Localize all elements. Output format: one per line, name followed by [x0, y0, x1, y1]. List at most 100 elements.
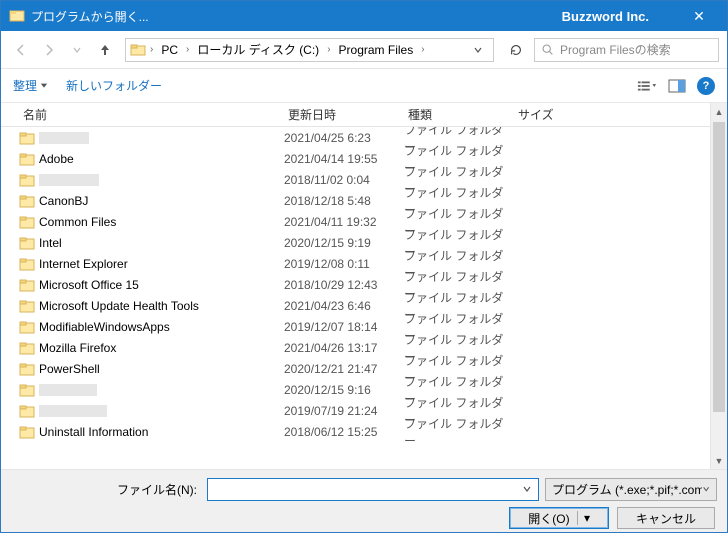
chevron-right-icon[interactable]: ›	[419, 44, 426, 55]
toolbar: 整理 新しいフォルダー ?	[1, 69, 727, 103]
table-row[interactable]: Microsoft Update Health Tools 2021/04/23 …	[1, 295, 710, 316]
crumb-folder[interactable]: Program Files	[335, 43, 418, 57]
brand-label: Buzzword Inc.	[562, 9, 649, 24]
table-row[interactable]: Internet Explorer2019/12/08 0:11ファイル フォル…	[1, 253, 710, 274]
refresh-button[interactable]	[502, 38, 530, 62]
folder-icon	[130, 42, 146, 58]
folder-icon	[19, 362, 35, 376]
window-title: プログラムから開く...	[31, 8, 149, 25]
table-row[interactable]: CanonBJ2018/12/18 5:48ファイル フォルダー	[1, 190, 710, 211]
table-row[interactable]: Microsoft Office 152018/10/29 12:43ファイル …	[1, 274, 710, 295]
table-row[interactable]: ModifiableWindowsApps2019/12/07 18:14ファイ…	[1, 316, 710, 337]
column-name[interactable]: 名前	[19, 103, 284, 126]
back-button[interactable]	[9, 38, 33, 62]
table-row[interactable]: Mozilla Firefox2021/04/26 13:17ファイル フォルダ…	[1, 337, 710, 358]
file-date: 2021/04/25 6:23	[284, 131, 404, 145]
folder-icon	[19, 278, 35, 292]
folder-icon	[19, 131, 35, 145]
file-date: 2018/10/29 12:43	[284, 278, 404, 292]
file-date: 2018/12/18 5:48	[284, 194, 404, 208]
forward-button[interactable]	[37, 38, 61, 62]
file-date: 2021/04/23 6:46	[284, 299, 404, 313]
file-date: 2019/07/19 21:24	[284, 404, 404, 418]
file-name: Intel	[39, 236, 62, 250]
file-name: Adobe	[39, 152, 74, 166]
folder-icon	[19, 341, 35, 355]
folder-icon	[19, 173, 35, 187]
file-name: Common Files	[39, 215, 116, 229]
chevron-right-icon[interactable]: ›	[148, 44, 155, 55]
folder-icon	[19, 257, 35, 271]
address-dropdown[interactable]	[467, 45, 489, 55]
view-options-button[interactable]	[637, 77, 657, 95]
file-date: 2021/04/14 19:55	[284, 152, 404, 166]
file-type-filter[interactable]: プログラム (*.exe;*.pif;*.com;*.bat	[545, 478, 717, 501]
preview-pane-button[interactable]	[667, 77, 687, 95]
search-input[interactable]: Program Filesの検索	[534, 38, 719, 62]
filename-dropdown[interactable]	[520, 484, 534, 494]
file-date: 2020/12/21 21:47	[284, 362, 404, 376]
cancel-button[interactable]: キャンセル	[617, 507, 715, 529]
table-row[interactable]: 2020/12/15 9:16ファイル フォルダー	[1, 379, 710, 400]
table-row[interactable]: Intel2020/12/15 9:19ファイル フォルダー	[1, 232, 710, 253]
table-row[interactable]: Common Files2021/04/11 19:32ファイル フォルダー	[1, 211, 710, 232]
filename-field[interactable]	[212, 482, 520, 496]
organize-button[interactable]: 整理	[13, 77, 48, 94]
file-name: PowerShell	[39, 362, 100, 376]
table-row[interactable]: Adobe2021/04/14 19:55ファイル フォルダー	[1, 148, 710, 169]
help-button[interactable]: ?	[697, 77, 715, 95]
folder-icon	[19, 194, 35, 208]
table-row[interactable]: Uninstall Information2018/06/12 15:25ファイ…	[1, 421, 710, 442]
table-row[interactable]: 2019/07/19 21:24ファイル フォルダー	[1, 400, 710, 421]
file-type: ファイル フォルダー	[404, 415, 514, 443]
crumb-disk[interactable]: ローカル ディスク (C:)	[193, 41, 323, 58]
folder-icon	[19, 383, 35, 397]
file-name: Uninstall Information	[39, 425, 148, 439]
file-date: 2021/04/26 13:17	[284, 341, 404, 355]
new-folder-button[interactable]: 新しいフォルダー	[66, 77, 162, 94]
folder-icon	[19, 152, 35, 166]
titlebar: プログラムから開く... Buzzword Inc. ✕	[1, 1, 727, 31]
folder-icon	[19, 299, 35, 313]
file-date: 2020/12/15 9:19	[284, 236, 404, 250]
close-button[interactable]: ✕	[679, 8, 719, 25]
chevron-right-icon[interactable]: ›	[325, 44, 332, 55]
scroll-down-icon[interactable]: ▼	[711, 452, 727, 469]
folder-icon	[19, 425, 35, 439]
file-name: Microsoft Update Health Tools	[39, 299, 199, 313]
crumb-pc[interactable]: PC	[157, 43, 182, 57]
file-list-area: 名前 更新日時 種類 サイズ 2021/04/25 6:23ファイル フォルダー…	[1, 103, 727, 469]
up-button[interactable]	[93, 38, 117, 62]
filename-label: ファイル名(N):	[11, 481, 201, 498]
address-bar[interactable]: › PC › ローカル ディスク (C:) › Program Files ›	[125, 38, 494, 62]
column-type[interactable]: 種類	[404, 103, 514, 126]
chevron-right-icon[interactable]: ›	[184, 44, 191, 55]
search-icon	[541, 43, 554, 56]
table-row[interactable]: 2021/04/25 6:23ファイル フォルダー	[1, 127, 710, 148]
scroll-thumb[interactable]	[713, 122, 725, 412]
folder-icon	[19, 404, 35, 418]
filename-input[interactable]	[207, 478, 539, 501]
recent-dropdown[interactable]	[65, 38, 89, 62]
scroll-up-icon[interactable]: ▲	[711, 103, 727, 120]
column-date[interactable]: 更新日時	[284, 103, 404, 126]
folder-icon	[19, 215, 35, 229]
file-date: 2021/04/11 19:32	[284, 215, 404, 229]
file-name: Internet Explorer	[39, 257, 128, 271]
folder-icon	[19, 320, 35, 334]
file-date: 2018/06/12 15:25	[284, 425, 404, 439]
table-row[interactable]: 2018/11/02 0:04ファイル フォルダー	[1, 169, 710, 190]
navbar: › PC › ローカル ディスク (C:) › Program Files › …	[1, 31, 727, 69]
app-icon	[9, 8, 25, 24]
vertical-scrollbar[interactable]: ▲ ▼	[710, 103, 727, 469]
table-row[interactable]: PowerShell2020/12/21 21:47ファイル フォルダー	[1, 358, 710, 379]
file-date: 2020/12/15 9:16	[284, 383, 404, 397]
file-date: 2019/12/07 18:14	[284, 320, 404, 334]
column-size[interactable]: サイズ	[514, 103, 594, 126]
folder-icon	[19, 236, 35, 250]
file-name: CanonBJ	[39, 194, 88, 208]
column-headers: 名前 更新日時 種類 サイズ	[1, 103, 710, 127]
file-name: Mozilla Firefox	[39, 341, 116, 355]
file-name: ModifiableWindowsApps	[39, 320, 170, 334]
open-button[interactable]: 開く(O) ▾	[509, 507, 609, 529]
